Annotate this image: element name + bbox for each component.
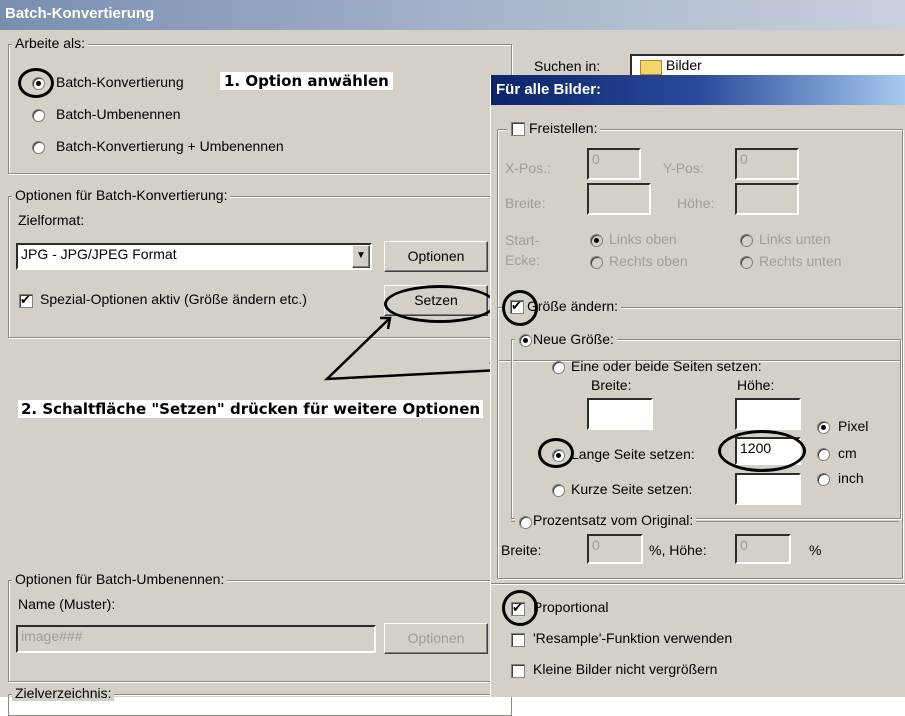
prozent-legend: Prozentsatz vom Original: <box>515 512 697 528</box>
radio-eine-beide[interactable] <box>552 361 565 374</box>
freistellen-breite-input[interactable] <box>587 183 651 215</box>
inch-label: inch <box>838 470 864 486</box>
pixel-label: Pixel <box>838 418 869 434</box>
resample-label: 'Resample'-Funktion verwenden <box>533 630 733 646</box>
ypos-label: Y-Pos: <box>663 160 704 176</box>
links-unten-label: Links unten <box>759 231 831 247</box>
p-pct1-label: %, Höhe: <box>649 542 707 558</box>
dialog-title-bar: Für alle Bilder: <box>491 75 905 105</box>
highlight-1200-ellipse <box>718 430 806 472</box>
radio-kurze-seite[interactable] <box>552 484 565 497</box>
neu-hoehe-label: Höhe: <box>737 377 775 393</box>
freistellen-hoehe-input[interactable] <box>735 183 799 215</box>
radio-rechts-oben[interactable] <box>590 256 603 269</box>
highlight-groesse-ellipse <box>502 290 538 326</box>
p-breite-input[interactable]: 0 <box>587 534 643 564</box>
rechts-unten-label: Rechts unten <box>759 253 842 269</box>
radio-rechts-unten[interactable] <box>740 256 753 269</box>
ecke-label: Ecke: <box>505 252 541 268</box>
radio-inch[interactable] <box>817 473 830 486</box>
radio-cm[interactable] <box>817 448 830 461</box>
start-label: Start- <box>505 232 540 248</box>
neu-hoehe-input[interactable] <box>735 398 801 430</box>
ypos-input[interactable]: 0 <box>735 148 799 180</box>
ypos-value: 0 <box>740 151 748 167</box>
options-dialog: Für alle Bilder: Freistellen: X-Pos.: 0 … <box>490 75 905 697</box>
kurze-label: Kurze Seite setzen: <box>571 481 693 497</box>
p-pct2-label: % <box>809 542 822 558</box>
kleine-checkbox[interactable] <box>511 664 525 678</box>
radio-prozent[interactable] <box>519 516 532 529</box>
p-breite-label: Breite: <box>501 542 542 558</box>
radio-links-oben[interactable] <box>590 234 603 247</box>
neu-breite-input[interactable] <box>587 398 653 430</box>
eine-label: Eine oder beide Seiten setzen: <box>571 358 762 374</box>
p-hoehe-value: 0 <box>740 537 748 553</box>
kleine-label: Kleine Bilder nicht vergrößern <box>533 661 718 677</box>
cm-label: cm <box>838 445 857 461</box>
lange-label: Lange Seite setzen: <box>571 446 695 462</box>
dialog-separator <box>491 583 905 585</box>
highlight-proportional-ellipse <box>502 590 538 626</box>
radio-neue-groesse[interactable] <box>519 334 532 347</box>
p-hoehe-input[interactable]: 0 <box>735 534 791 564</box>
xpos-value: 0 <box>592 151 600 167</box>
arrow-line <box>323 317 501 381</box>
freistellen-hoehe-label: Höhe: <box>677 195 715 211</box>
rechts-oben-label: Rechts oben <box>609 253 688 269</box>
freistellen-checkbox[interactable] <box>511 122 525 136</box>
xpos-input[interactable]: 0 <box>587 148 641 180</box>
proportional-label: Proportional <box>533 599 609 615</box>
radio-links-unten[interactable] <box>740 234 753 247</box>
dialog-title: Für alle Bilder: <box>496 81 602 98</box>
kurze-input[interactable] <box>735 473 801 505</box>
xpos-label: X-Pos.: <box>505 160 551 176</box>
resample-checkbox[interactable] <box>511 633 525 647</box>
links-oben-label: Links oben <box>609 231 677 247</box>
freistellen-breite-label: Breite: <box>505 195 546 211</box>
p-breite-value: 0 <box>592 537 600 553</box>
neu-breite-label: Breite: <box>591 377 632 393</box>
highlight-lange-ellipse <box>538 438 574 468</box>
radio-pixel[interactable] <box>817 421 830 434</box>
